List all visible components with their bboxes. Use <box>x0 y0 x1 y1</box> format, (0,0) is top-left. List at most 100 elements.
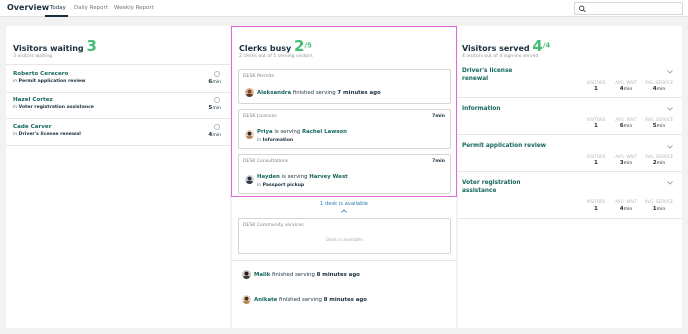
desk-label: DESK Consultations <box>243 159 289 164</box>
desk-label: DESK Permits <box>243 74 275 79</box>
desk-service: in Passport pickup <box>257 183 305 188</box>
stat-label: VISITORS <box>586 154 606 159</box>
tab-today[interactable]: Today <box>50 5 66 11</box>
clerk-avatar <box>245 130 254 139</box>
active-tab-indicator <box>45 15 68 17</box>
visitors-served-panel: Visitors served 4/4 4 visitors out of 4 … <box>458 26 682 328</box>
desk-timer: 7min <box>432 159 445 164</box>
divider <box>458 134 682 135</box>
desk-status: Hayden is serving Harvey West <box>257 174 348 180</box>
desk-card-community-services[interactable]: DESK Community services Desk is availabl… <box>238 218 451 254</box>
visitor-service: in Voter registration assistance <box>13 105 94 110</box>
visitors-served-heading: Visitors served 4/4 <box>462 37 550 55</box>
waiting-visitor-row[interactable]: Cade Carver in Driver's license renewal … <box>13 124 221 144</box>
visitor-wait-time: 5min <box>208 105 221 111</box>
visitors-waiting-heading: Visitors waiting 3 <box>13 37 97 55</box>
clerks-busy-heading: Clerks busy 2/5 <box>239 37 312 55</box>
stat-label: AVG. WAIT <box>615 154 637 159</box>
stat-visitors: 1 <box>594 160 598 166</box>
clock-icon <box>214 71 220 77</box>
desk-service: in Information <box>257 138 294 143</box>
stat-visitors: 1 <box>594 86 598 92</box>
clerks-busy-panel: Clerks busy 2/5 2 clerks out of 5 servin… <box>232 26 456 328</box>
clerk-avatar <box>242 295 251 304</box>
desk-timer: 7min <box>432 114 445 119</box>
visitors-served-title: Visitors served <box>462 44 530 53</box>
clerk-avatar <box>245 175 254 184</box>
clerk-avatar <box>242 270 251 279</box>
stat-label: AVG. WAIT <box>615 117 637 122</box>
divider <box>6 64 230 65</box>
chevron-down-icon[interactable] <box>667 70 673 74</box>
visitor-name[interactable]: Rachel Lawson <box>302 129 347 135</box>
visitor-wait-time: 4min <box>208 132 221 138</box>
search-icon <box>579 5 586 13</box>
clerk-name[interactable]: Malik <box>254 272 270 278</box>
clerk-name[interactable]: Aleksandra <box>257 90 291 96</box>
clock-icon <box>214 97 220 103</box>
service-title[interactable]: Information <box>462 106 532 114</box>
desk-empty-state: Desk is available <box>325 238 364 243</box>
divider <box>458 171 682 172</box>
stat-avg-wait: 4min <box>619 206 633 212</box>
service-title[interactable]: Voter registration assistance <box>462 180 532 195</box>
visitors-served-total: /4 <box>542 41 551 50</box>
divider <box>6 145 230 146</box>
desk-label: DESK Licences <box>243 114 277 119</box>
visitor-service: in Driver's license renewal <box>13 132 81 137</box>
top-bar: Overview Today Daily Report Weekly Repor… <box>0 0 688 17</box>
visitor-name[interactable]: Roberto Cerecero <box>13 71 68 77</box>
desk-status: Priya is serving Rachel Lawson <box>257 129 347 135</box>
stat-label: VISITORS <box>586 80 606 85</box>
visitor-name[interactable]: Cade Carver <box>13 124 51 130</box>
desk-card-licences[interactable]: DESK Licences 7min Priya is serving Rach… <box>238 109 451 149</box>
stat-avg-wait: 6min <box>619 123 633 129</box>
stat-label: AVG. SERVICE <box>644 154 674 159</box>
stat-avg-service: 2min <box>652 160 666 166</box>
chevron-down-icon[interactable] <box>667 181 673 185</box>
visitors-served-count: 4 <box>532 37 543 55</box>
recent-activity-item: Malik finished serving 8 minutes ago <box>254 272 360 278</box>
chevron-down-icon[interactable] <box>667 145 673 149</box>
search-input[interactable] <box>574 2 683 15</box>
service-title[interactable]: Permit application review <box>462 143 562 151</box>
chevron-down-icon[interactable] <box>667 107 673 111</box>
clerk-avatar <box>245 88 254 97</box>
clerks-busy-subtitle: 2 clerks out of 5 serving visitors <box>239 54 313 59</box>
recent-activity-item: Anikate finished serving 8 minutes ago <box>254 297 367 303</box>
visitor-name[interactable]: Harvey West <box>309 174 348 180</box>
visitors-waiting-panel: Visitors waiting 3 3 visitors waiting Ro… <box>6 26 230 328</box>
visitors-waiting-count: 3 <box>86 37 97 55</box>
clerk-name[interactable]: Anikate <box>254 297 277 303</box>
divider <box>6 118 230 119</box>
visitors-served-subtitle: 4 visitors out of 4 sign-ins served <box>462 54 539 59</box>
clerks-busy-count: 2 <box>294 37 305 55</box>
tab-daily-report[interactable]: Daily Report <box>74 5 108 11</box>
desk-card-consultations[interactable]: DESK Consultations 7min Hayden is servin… <box>238 154 451 194</box>
desk-status: Aleksandra finished serving 7 minutes ag… <box>257 90 381 96</box>
desk-available-toggle[interactable]: 1 desk is available <box>232 201 456 207</box>
page-title: Overview <box>7 3 50 12</box>
visitor-service: in Permit application review <box>13 79 86 84</box>
clock-icon <box>214 124 220 130</box>
desk-card-permits[interactable]: DESK Permits Aleksandra finished serving… <box>238 69 451 104</box>
stat-label: AVG. SERVICE <box>644 80 674 85</box>
clerks-busy-title: Clerks busy <box>239 44 292 53</box>
clerk-name[interactable]: Priya <box>257 129 273 135</box>
tab-weekly-report[interactable]: Weekly Report <box>114 5 154 11</box>
waiting-visitor-row[interactable]: Roberto Cerecero in Permit application r… <box>13 71 221 91</box>
service-title[interactable]: Driver's license renewal <box>462 68 532 83</box>
stat-label: VISITORS <box>586 117 606 122</box>
stat-label: AVG. SERVICE <box>644 117 674 122</box>
stat-label: VISITORS <box>586 199 606 204</box>
chevron-up-icon[interactable] <box>341 209 347 213</box>
clerks-total: /5 <box>304 41 312 50</box>
desk-label: DESK Community services <box>243 223 304 228</box>
waiting-visitor-row[interactable]: Hazel Cortez in Voter registration assis… <box>13 97 221 117</box>
visitors-waiting-subtitle: 3 visitors waiting <box>13 54 53 59</box>
stat-avg-wait: 4min <box>619 86 633 92</box>
stat-visitors: 1 <box>594 123 598 129</box>
visitor-name[interactable]: Hazel Cortez <box>13 97 53 103</box>
visitors-waiting-title: Visitors waiting <box>13 44 84 53</box>
clerk-name[interactable]: Hayden <box>257 174 280 180</box>
